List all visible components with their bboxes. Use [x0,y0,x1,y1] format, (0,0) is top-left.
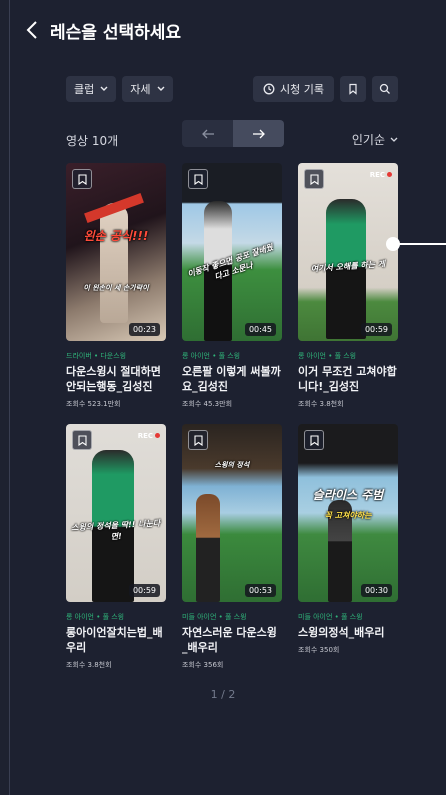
video-category: 롱 아이언 • 풀 스윙 [298,352,357,360]
thumbnail-figure [100,203,128,323]
bookmark-icon [193,434,203,446]
bookmark-icon [77,434,87,446]
thumbnail-caption: 스윙의 정석 [214,461,250,469]
page-title: 레슨을 선택하세요 [50,22,182,43]
thumbnail-caption: 슬라이스 주범 [312,488,384,502]
video-views: 조회수 350회 [298,646,340,654]
video-title: 롱아이언잘치는법_배우리 [66,626,163,654]
video-count: 영상 10개 [66,134,119,148]
video-views: 조회수 45.3만회 [182,400,233,408]
filter-posture-label: 자세 [130,83,151,96]
bookmark-button[interactable] [72,430,92,450]
bookmark-button[interactable] [72,169,92,189]
rec-indicator: REC [138,432,160,440]
chevron-left-icon [26,21,37,39]
video-title: 이거 무조건 고쳐야합니다!_김성진 [298,365,397,393]
search-icon [379,83,390,94]
next-page-button[interactable] [233,120,284,147]
bookmark-icon [309,173,319,185]
sort-label: 인기순 [351,133,385,147]
video-views: 조회수 3.8천회 [298,400,344,408]
duration-badge: 00:45 [244,323,276,336]
thumbnail-caption: 스윙의 정석을 딱!! 나눈다면! [70,518,161,542]
duration-badge: 00:30 [360,584,392,597]
video-title: 스윙의정석_배우리 [298,626,385,639]
clock-icon [263,83,275,95]
chevron-down-icon [390,137,398,142]
bookmark-icon [77,173,87,185]
thumbnail-subcaption: 꼭 고쳐야하는 [324,511,372,520]
video-thumbnail[interactable]: 왼손 공식!!! 이 왼손이 세 손가락이 00:23 [66,163,166,341]
page-nav [182,120,284,147]
duration-badge: 00:59 [128,584,160,597]
video-thumbnail[interactable]: 이동작 좋으면 공포 잘배웠다고 소문나 00:45 [182,163,282,341]
watch-history-label: 시청 기록 [280,83,324,96]
watch-history-button[interactable]: 시청 기록 [253,76,334,102]
video-category: 미들 아이언 • 풀 스윙 [182,613,247,621]
header: 레슨을 선택하세요 [18,10,181,50]
bookmark-button[interactable] [188,169,208,189]
bookmark-icon [349,83,357,95]
video-views: 조회수 356회 [182,661,224,669]
video-views: 조회수 523.1만회 [66,400,121,408]
drawer-handle[interactable] [386,237,400,251]
page-indicator: 1 / 2 [210,688,236,701]
video-card[interactable]: 왼손 공식!!! 이 왼손이 세 손가락이 00:23 드라이버 • 다운스윙 … [66,163,166,409]
drawer-handle-line [398,243,446,245]
search-button[interactable] [372,76,398,102]
video-views: 조회수 3.8천회 [66,661,112,669]
bookmark-icon [309,434,319,446]
video-card[interactable]: 스윙의 정석 00:53 미들 아이언 • 풀 스윙 자연스러운 다운스윙_배우… [182,424,282,670]
video-card[interactable]: 스윙의 정석을 딱!! 나눈다면! REC 00:59 롱 아이언 • 풀 스윙… [66,424,166,670]
bookmarks-button[interactable] [340,76,366,102]
video-category: 롱 아이언 • 풀 스윙 [182,352,241,360]
video-title: 다운스윙시 절대하면 안되는행동_김성진 [66,365,161,393]
video-thumbnail[interactable]: 슬라이스 주범 꼭 고쳐야하는 00:30 [298,424,398,602]
video-category: 롱 아이언 • 풀 스윙 [66,613,125,621]
filter-posture-dropdown[interactable]: 자세 [122,76,173,102]
rec-indicator: REC [370,171,392,179]
duration-badge: 00:23 [128,323,160,336]
video-title: 자연스러운 다운스윙_배우리 [182,626,277,654]
video-category: 미들 아이언 • 풀 스윙 [298,613,363,621]
video-thumbnail[interactable]: 스윙의 정석을 딱!! 나눈다면! REC 00:59 [66,424,166,602]
thumbnail-subcaption: 이 왼손이 세 손가락이 [83,284,149,292]
thumbnail-caption: 왼손 공식!!! [83,229,149,243]
thumbnail-caption: 이동작 좋으면 공포 잘배웠다고 소문나 [186,242,275,282]
video-card[interactable]: 여기서 오해를 하는 게 REC 00:59 롱 아이언 • 풀 스윙 이거 무… [298,163,398,409]
arrow-right-icon [252,129,265,138]
filter-bar: 클럽 자세 [66,76,173,102]
video-thumbnail[interactable]: 스윙의 정석 00:53 [182,424,282,602]
filter-club-label: 클럽 [74,83,95,96]
bookmark-button[interactable] [304,430,324,450]
thumbnail-figure [196,494,220,602]
prev-page-button[interactable] [182,120,233,147]
sort-dropdown[interactable]: 인기순 [352,131,398,148]
filter-club-dropdown[interactable]: 클럽 [66,76,117,102]
video-card[interactable]: 이동작 좋으면 공포 잘배웠다고 소문나 00:45 롱 아이언 • 풀 스윙 … [182,163,282,409]
video-category: 드라이버 • 다운스윙 [66,352,127,360]
video-card[interactable]: 슬라이스 주범 꼭 고쳐야하는 00:30 미들 아이언 • 풀 스윙 스윙의정… [298,424,398,655]
back-button[interactable] [18,10,46,50]
chevron-down-icon [100,86,108,91]
bookmark-icon [193,173,203,185]
arrow-left-icon [201,129,214,138]
toolbar: 시청 기록 [253,76,398,102]
duration-badge: 00:59 [360,323,392,336]
video-thumbnail[interactable]: 여기서 오해를 하는 게 REC 00:59 [298,163,398,341]
video-title: 오른팔 이렇게 써볼까요_김성진 [182,365,281,393]
chevron-down-icon [157,86,164,91]
bookmark-button[interactable] [304,169,324,189]
duration-badge: 00:53 [244,584,276,597]
bookmark-button[interactable] [188,430,208,450]
